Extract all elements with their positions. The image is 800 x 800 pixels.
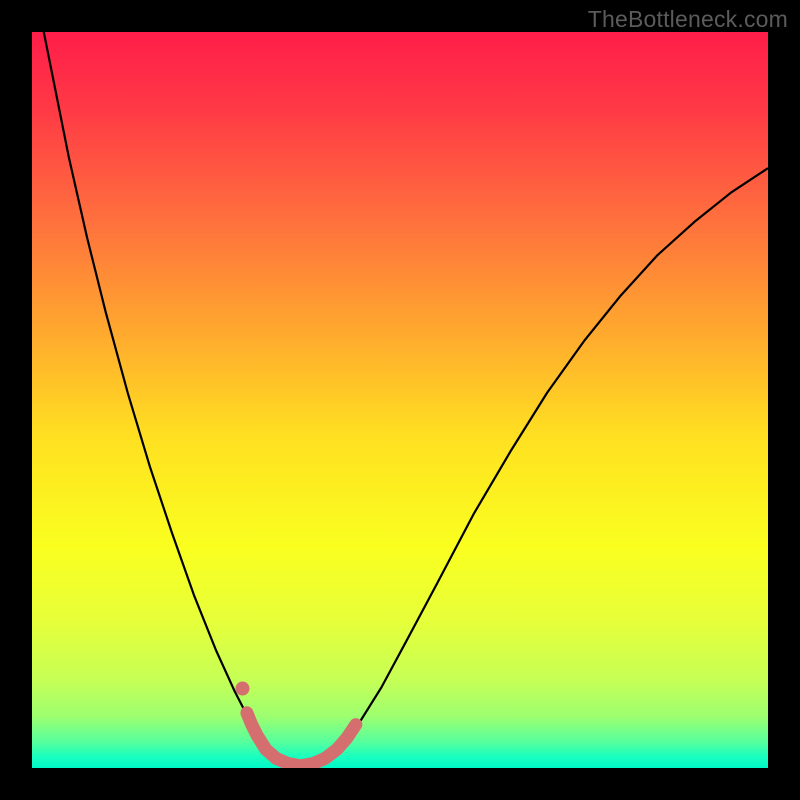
plot-area xyxy=(32,32,768,768)
bottleneck-curve xyxy=(32,32,768,767)
curve-layer xyxy=(32,32,768,768)
chart-frame: TheBottleneck.com xyxy=(0,0,800,800)
highlight-dot xyxy=(235,682,249,696)
highlight-band xyxy=(247,713,356,766)
watermark-text: TheBottleneck.com xyxy=(588,6,788,33)
